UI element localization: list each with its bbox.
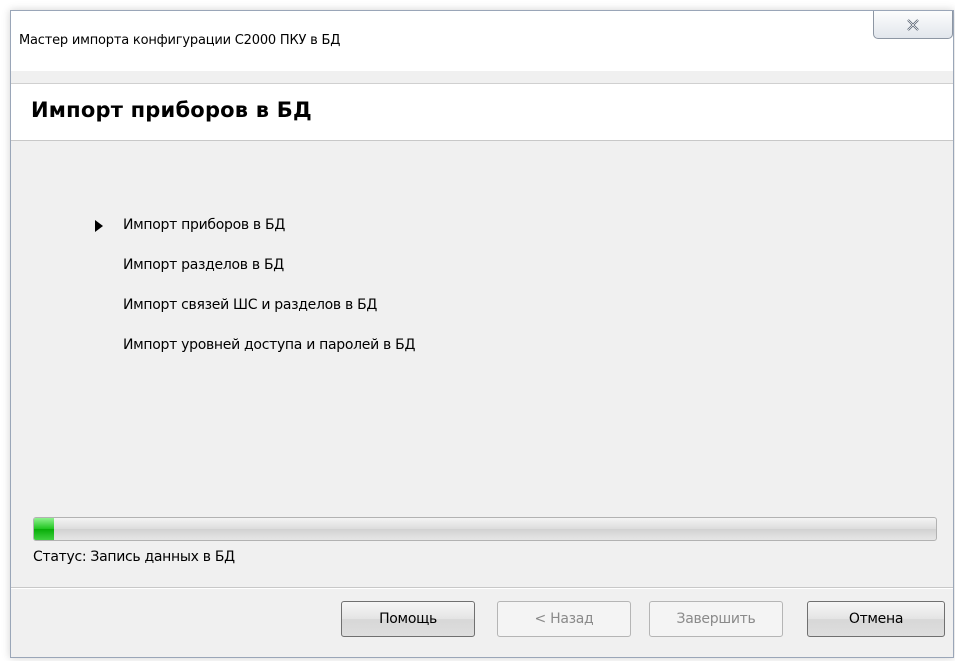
status-text: Статус: Запись данных в БД [33, 549, 235, 565]
current-step-arrow-icon [95, 220, 103, 232]
footer-divider [11, 587, 953, 589]
title-bar: Мастер импорта конфигурации С2000 ПКУ в … [11, 11, 953, 71]
back-button[interactable]: < Назад [497, 601, 631, 637]
step-label: Импорт разделов в БД [123, 257, 284, 273]
help-button[interactable]: Помощь [341, 601, 475, 637]
close-button[interactable] [873, 11, 953, 39]
step-label: Импорт уровней доступа и паролей в БД [123, 337, 416, 353]
progress-bar-fill [34, 518, 54, 540]
wizard-header: Импорт приборов в БД [11, 83, 953, 141]
cancel-button[interactable]: Отмена [807, 601, 945, 637]
progress-bar [33, 517, 937, 541]
close-x-icon [907, 18, 919, 31]
finish-button[interactable]: Завершить [649, 601, 783, 637]
step-label: Импорт приборов в БД [123, 217, 285, 233]
step-label: Импорт связей ШС и разделов в БД [123, 297, 378, 313]
import-wizard-window: Мастер импорта конфигурации С2000 ПКУ в … [10, 10, 954, 658]
page-title: Импорт приборов в БД [31, 98, 312, 122]
window-title: Мастер импорта конфигурации С2000 ПКУ в … [19, 33, 341, 48]
